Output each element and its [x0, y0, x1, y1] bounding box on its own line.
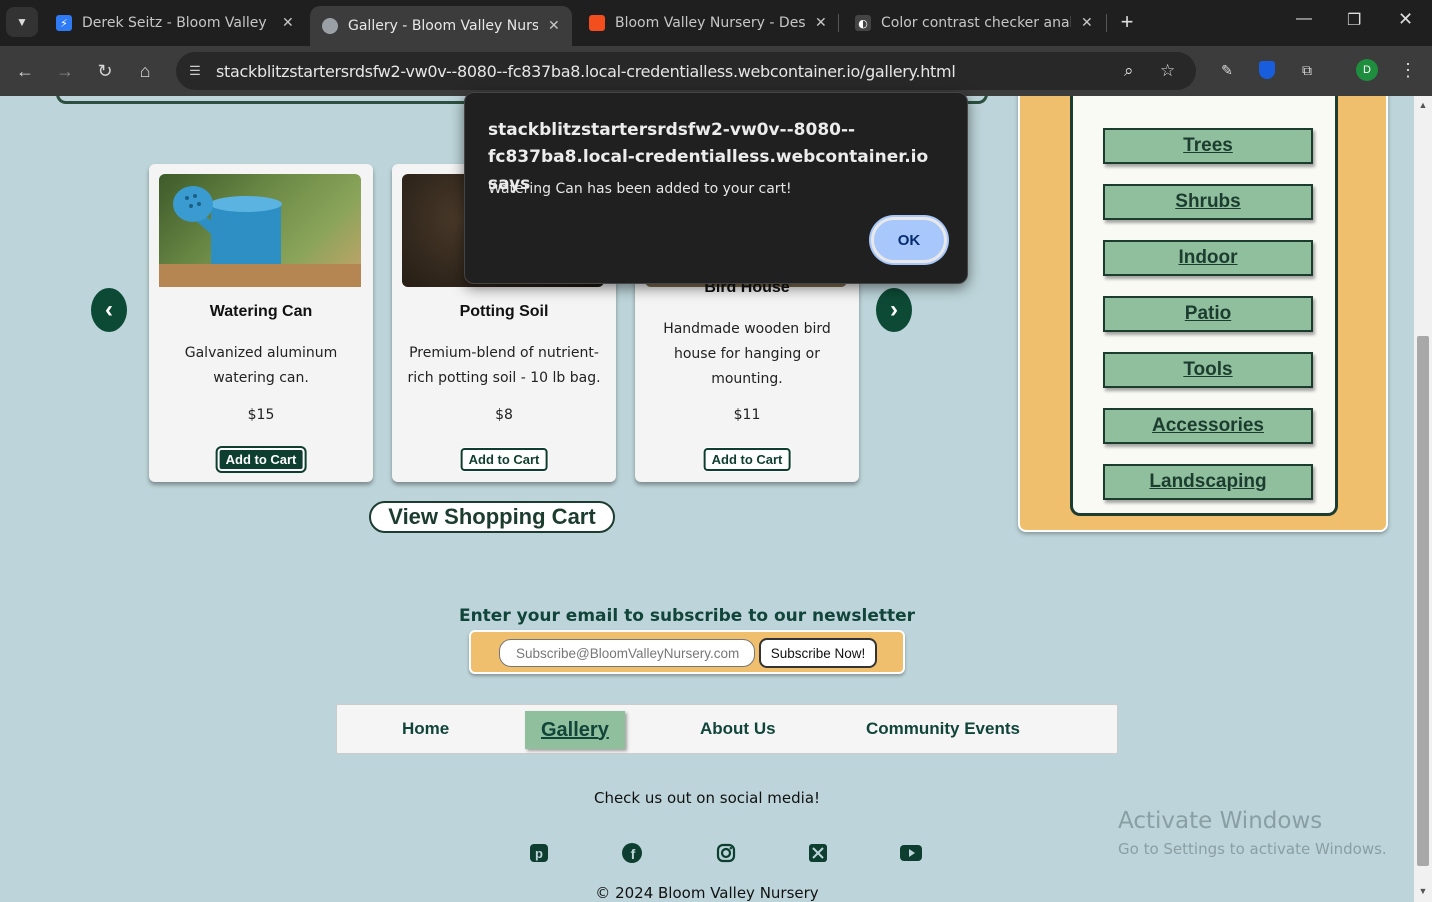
product-price: $11 — [733, 407, 761, 423]
facebook-icon[interactable]: f — [621, 842, 643, 864]
category-accessories[interactable]: Accessories — [1103, 408, 1313, 444]
add-to-cart-button[interactable]: Add to Cart — [217, 448, 305, 471]
browser-menu-icon[interactable]: ⋮ — [1397, 59, 1419, 81]
scroll-down-arrow-icon[interactable]: ▼ — [1418, 886, 1428, 896]
extension-feather-icon[interactable]: ✎ — [1216, 59, 1238, 81]
footer-nav: Home Gallery About Us Community Events — [336, 704, 1118, 754]
category-tools[interactable]: Tools — [1103, 352, 1313, 388]
address-bar[interactable]: ☰ stackblitzstartersrdsfw2-vw0v--8080--f… — [176, 52, 1196, 90]
product-price: $15 — [247, 407, 275, 423]
close-tab-icon[interactable]: ✕ — [282, 15, 294, 31]
restore-icon[interactable]: ❐ — [1347, 10, 1361, 30]
category-sidebar: Trees Shrubs Indoor Patio Tools Accessor… — [1018, 96, 1388, 532]
dialog-ok-button[interactable]: OK — [871, 217, 947, 263]
tab-search-button[interactable]: ▼ — [6, 7, 38, 37]
instagram-icon[interactable] — [715, 842, 737, 864]
category-shrubs[interactable]: Shrubs — [1103, 184, 1313, 220]
close-tab-icon[interactable]: ✕ — [548, 18, 560, 34]
newsletter-email-input[interactable]: Subscribe@BloomValleyNursery.com — [499, 639, 755, 667]
carousel-next-button[interactable]: › — [876, 288, 912, 332]
category-list: Trees Shrubs Indoor Patio Tools Accessor… — [1070, 96, 1338, 516]
close-window-icon[interactable]: ✕ — [1398, 9, 1413, 30]
bitwarden-shield-icon[interactable] — [1256, 59, 1278, 81]
scroll-up-arrow-icon[interactable]: ▲ — [1418, 100, 1428, 110]
tab-contrast-checker[interactable]: ◐ Color contrast checker analyzer ✕ — [843, 6, 1105, 40]
footer-nav-community-events[interactable]: Community Events — [866, 719, 1020, 739]
profile-avatar[interactable]: D — [1356, 59, 1378, 81]
category-landscaping[interactable]: Landscaping — [1103, 464, 1313, 500]
category-trees[interactable]: Trees — [1103, 128, 1313, 164]
activate-windows-subtext: Go to Settings to activate Windows. — [1118, 840, 1387, 858]
x-twitter-icon[interactable] — [807, 842, 829, 864]
bookmark-star-icon[interactable]: ☆ — [1160, 61, 1175, 81]
figma-icon — [589, 15, 605, 31]
tab-gallery[interactable]: Gallery - Bloom Valley Nursery ✕ — [310, 6, 572, 46]
carousel-prev-button[interactable]: ‹ — [91, 288, 127, 332]
stackblitz-bolt-icon: ⚡ — [56, 15, 72, 31]
newsletter-title: Enter your email to subscribe to our new… — [458, 606, 916, 626]
contrast-checker-icon: ◐ — [855, 15, 871, 31]
product-description: Handmade wooden bird house for hanging o… — [663, 321, 831, 387]
category-patio[interactable]: Patio — [1103, 296, 1313, 332]
browser-toolbar: ← → ↻ ⌂ ☰ stackblitzstartersrdsfw2-vw0v-… — [0, 46, 1432, 96]
footer-nav-gallery[interactable]: Gallery — [525, 711, 625, 749]
forward-icon[interactable]: → — [52, 58, 78, 84]
dialog-message: Watering Can has been added to your cart… — [488, 181, 792, 197]
pinterest-icon[interactable]: p — [528, 842, 550, 864]
page-scrollbar[interactable]: ▲ ▼ — [1414, 96, 1432, 902]
product-name: Watering Can — [209, 303, 313, 320]
tab-separator — [838, 14, 839, 32]
footer-nav-home[interactable]: Home — [402, 719, 449, 739]
youtube-icon[interactable] — [900, 842, 922, 864]
social-media-text: Check us out on social media! — [593, 789, 821, 807]
site-info-icon[interactable]: ☰ — [186, 62, 204, 80]
extensions-puzzle-icon[interactable]: ⧉ — [1296, 59, 1318, 81]
tab-figma[interactable]: Bloom Valley Nursery - Desktop ✕ — [577, 6, 839, 40]
scrollbar-thumb[interactable] — [1417, 336, 1429, 866]
home-icon[interactable]: ⌂ — [132, 58, 158, 84]
minimize-icon[interactable]: — — [1296, 10, 1312, 28]
product-description: Premium-blend of nutrient-rich potting s… — [407, 345, 601, 386]
tab-derek-seitz[interactable]: ⚡ Derek Seitz - Bloom Valley Nurs ✕ — [44, 6, 306, 40]
close-tab-icon[interactable]: ✕ — [815, 15, 827, 31]
newsletter-form: Subscribe@BloomValleyNursery.com Subscri… — [469, 630, 905, 674]
reload-icon[interactable]: ↻ — [92, 58, 118, 84]
back-icon[interactable]: ← — [12, 58, 38, 84]
view-shopping-cart-button[interactable]: View Shopping Cart — [369, 501, 615, 533]
activate-windows-watermark: Activate Windows — [1118, 808, 1323, 834]
category-indoor[interactable]: Indoor — [1103, 240, 1313, 276]
new-tab-button[interactable]: + — [1114, 9, 1140, 35]
product-card-watering-can: Watering Can Galvanized aluminum waterin… — [149, 164, 373, 482]
browser-tab-bar: ▼ ⚡ Derek Seitz - Bloom Valley Nurs ✕ Ga… — [0, 0, 1432, 46]
url-text[interactable]: stackblitzstartersrdsfw2-vw0v--8080--fc8… — [216, 62, 956, 81]
tab-separator — [1106, 14, 1107, 32]
add-to-cart-button[interactable]: Add to Cart — [460, 448, 548, 471]
subscribe-button[interactable]: Subscribe Now! — [759, 638, 877, 668]
globe-icon — [322, 18, 338, 34]
alert-dialog: stackblitzstartersrdsfw2-vw0v--8080--fc8… — [464, 92, 968, 284]
footer-nav-about-us[interactable]: About Us — [700, 719, 776, 739]
copyright-text: © 2024 Bloom Valley Nursery — [595, 884, 819, 902]
close-tab-icon[interactable]: ✕ — [1081, 15, 1093, 31]
svg-text:p: p — [535, 846, 543, 861]
svg-text:f: f — [631, 846, 636, 862]
watering-can-image — [159, 174, 361, 287]
add-to-cart-button[interactable]: Add to Cart — [703, 448, 791, 471]
zoom-icon[interactable]: ⌕ — [1124, 61, 1134, 81]
product-price: $8 — [495, 407, 513, 423]
product-name: Potting Soil — [459, 303, 549, 320]
product-description: Galvanized aluminum watering can. — [184, 345, 338, 386]
